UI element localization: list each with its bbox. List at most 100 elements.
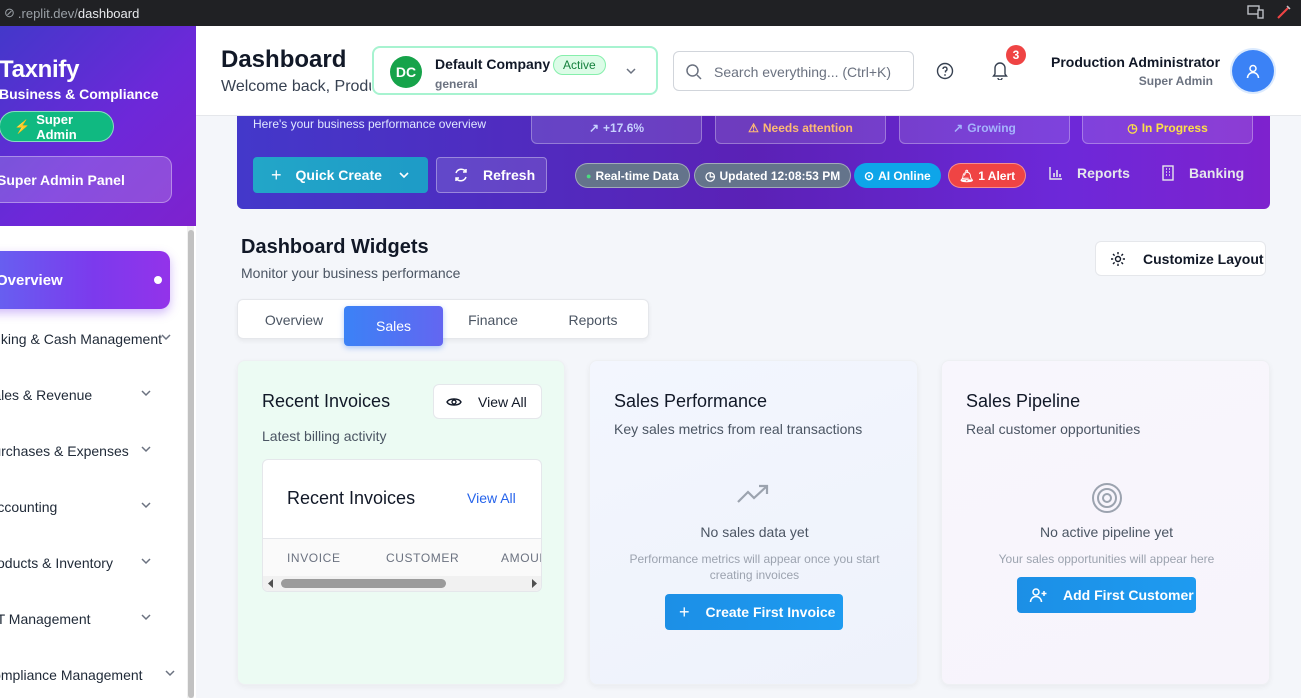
company-status-badge: Active [553,55,606,75]
sidebar-item-sales[interactable]: Sales & Revenue [0,375,180,415]
empty-subtitle: Performance metrics will appear once you… [629,552,880,582]
user-avatar[interactable] [1232,50,1274,92]
pen-icon[interactable] [1275,3,1293,21]
clock-icon: ◷ [705,168,716,183]
sidebar-item-label: Accounting [0,499,58,515]
user-role: Super Admin [1138,74,1213,88]
company-type: general [435,77,478,91]
column-header: AMOUNT [501,551,541,565]
sidebar-item-overview[interactable]: Overview [0,251,170,309]
chevron-down-icon [141,502,151,509]
card-title: Recent Invoices [262,391,391,411]
user-icon [1246,64,1260,79]
tab-sales[interactable]: Sales [344,306,443,346]
banking-link[interactable]: Banking [1161,165,1244,181]
bell-icon[interactable] [991,60,1009,80]
quick-create-label: Quick Create [295,167,382,183]
tab-reports[interactable]: Reports [543,300,643,340]
check-circle-icon: ⊙ [864,168,875,183]
active-dot [154,276,162,284]
sales-pipeline-card: Sales Pipeline Real customer opportuniti… [941,360,1270,685]
stat-growing: ↗ Growing [899,116,1070,144]
stat-label: +17.6% [603,120,645,135]
super-admin-panel-button[interactable]: Super Admin Panel [0,156,172,203]
customize-layout-button[interactable]: Customize Layout [1095,241,1266,276]
company-selector[interactable]: DC Default Company general Active [372,46,658,95]
chevron-down-icon [626,68,636,75]
user-name: Production Administrator [1051,54,1221,70]
sidebar-item-accounting[interactable]: Accounting [0,487,180,527]
alert-pill[interactable]: 🔔︎ 1 Alert [948,163,1027,188]
devices-icon[interactable] [1247,3,1265,21]
add-first-customer-button[interactable]: Add First Customer [1017,577,1196,613]
sidebar-item-purchases[interactable]: Purchases & Expenses [0,431,180,471]
widget-tabs: Overview Sales Finance Reports [237,299,649,346]
url-path: dashboard [77,5,140,21]
global-search[interactable]: Search everything... (Ctrl+K) [673,51,914,91]
scroll-left-icon[interactable] [267,579,275,588]
url-prefix: .replit.dev/ [17,5,78,21]
bar-chart-icon [1049,167,1062,180]
tab-overview[interactable]: Overview [245,300,343,340]
realtime-pill: ● Real-time Data [575,163,690,188]
gear-icon [1111,251,1125,266]
refresh-button[interactable]: Refresh [436,157,547,193]
browser-address-bar[interactable]: ⊘ .replit.dev/dashboard [0,0,1301,26]
search-icon [686,64,702,80]
table-scrollbar-thumb[interactable] [281,579,446,588]
empty-subtitle: Your sales opportunities will appear her… [998,552,1215,566]
quick-create-button[interactable]: + Quick Create [253,157,428,193]
inner-title: Recent Invoices [287,488,416,508]
sidebar-item-banking[interactable]: Banking & Cash Management [0,319,176,359]
sidebar-item-label: Sales & Revenue [0,387,93,403]
empty-title: No sales data yet [700,524,809,540]
live-dot-icon: ● [586,170,592,181]
sidebar: Taxnify Business & Compliance ⚡ Super Ad… [0,26,196,698]
sidebar-item-label: Products & Inventory [0,555,113,571]
sidebar-item-label: Purchases & Expenses [0,443,129,459]
company-name: Default Company [435,56,551,72]
building-icon [1162,165,1174,181]
refresh-icon [455,168,467,182]
invoices-table-panel: Recent Invoices View All INVOICE CUSTOME… [262,459,542,592]
stat-attention: ⚠ Needs attention [715,116,886,144]
pill-label: 1 Alert [978,168,1016,183]
link-icon: ⊘ [4,5,15,20]
bell-icon: 🔔︎ [959,168,975,183]
create-first-invoice-button[interactable]: + Create First Invoice [665,594,843,630]
sidebar-scrollbar-thumb[interactable] [188,230,194,698]
pill-label: Updated 12:08:53 PM [719,168,841,183]
sidebar-item-label: VAT Management [0,611,91,627]
scroll-right-icon[interactable] [530,579,538,588]
plus-icon: + [679,601,690,622]
widgets-title: Dashboard Widgets [241,236,429,258]
stat-in-progress: ◷ In Progress [1082,116,1253,144]
table-header: INVOICE CUSTOMER AMOUNT [263,538,541,578]
card-title: Sales Performance [614,391,768,411]
sidebar-item-products[interactable]: Products & Inventory [0,543,180,583]
help-icon[interactable] [936,62,954,80]
sidebar-item-vat[interactable]: VAT Management [0,599,180,639]
updated-pill: ◷ Updated 12:08:53 PM [694,163,852,188]
customize-label: Customize Layout [1143,250,1264,267]
search-placeholder: Search everything... (Ctrl+K) [714,64,892,80]
sidebar-item-compliance[interactable]: Compliance Management [0,655,180,695]
ai-online-pill: ⊙ AI Online [854,163,941,188]
chevron-down-icon [141,558,151,565]
panel-button-label: Super Admin Panel [0,171,125,188]
role-badge-label: Super Admin [36,111,77,142]
lightning-icon: ⚡ [14,118,31,134]
brand-tagline: Business & Compliance [0,86,159,102]
tab-finance[interactable]: Finance [444,300,542,340]
chevron-down-icon [161,334,171,341]
sidebar-item-label: Banking & Cash Management [0,331,162,347]
clock-icon: ◷ [1127,120,1138,135]
reports-link-label: Reports [1077,165,1130,181]
inner-view-all-link[interactable]: View All [467,490,516,506]
stat-label: Needs attention [762,120,853,135]
reports-link[interactable]: Reports [1049,165,1130,181]
view-all-button[interactable]: View All [433,384,542,419]
pill-label: Real-time Data [595,168,679,183]
empty-title: No active pipeline yet [1039,524,1174,540]
banking-link-label: Banking [1189,165,1245,181]
